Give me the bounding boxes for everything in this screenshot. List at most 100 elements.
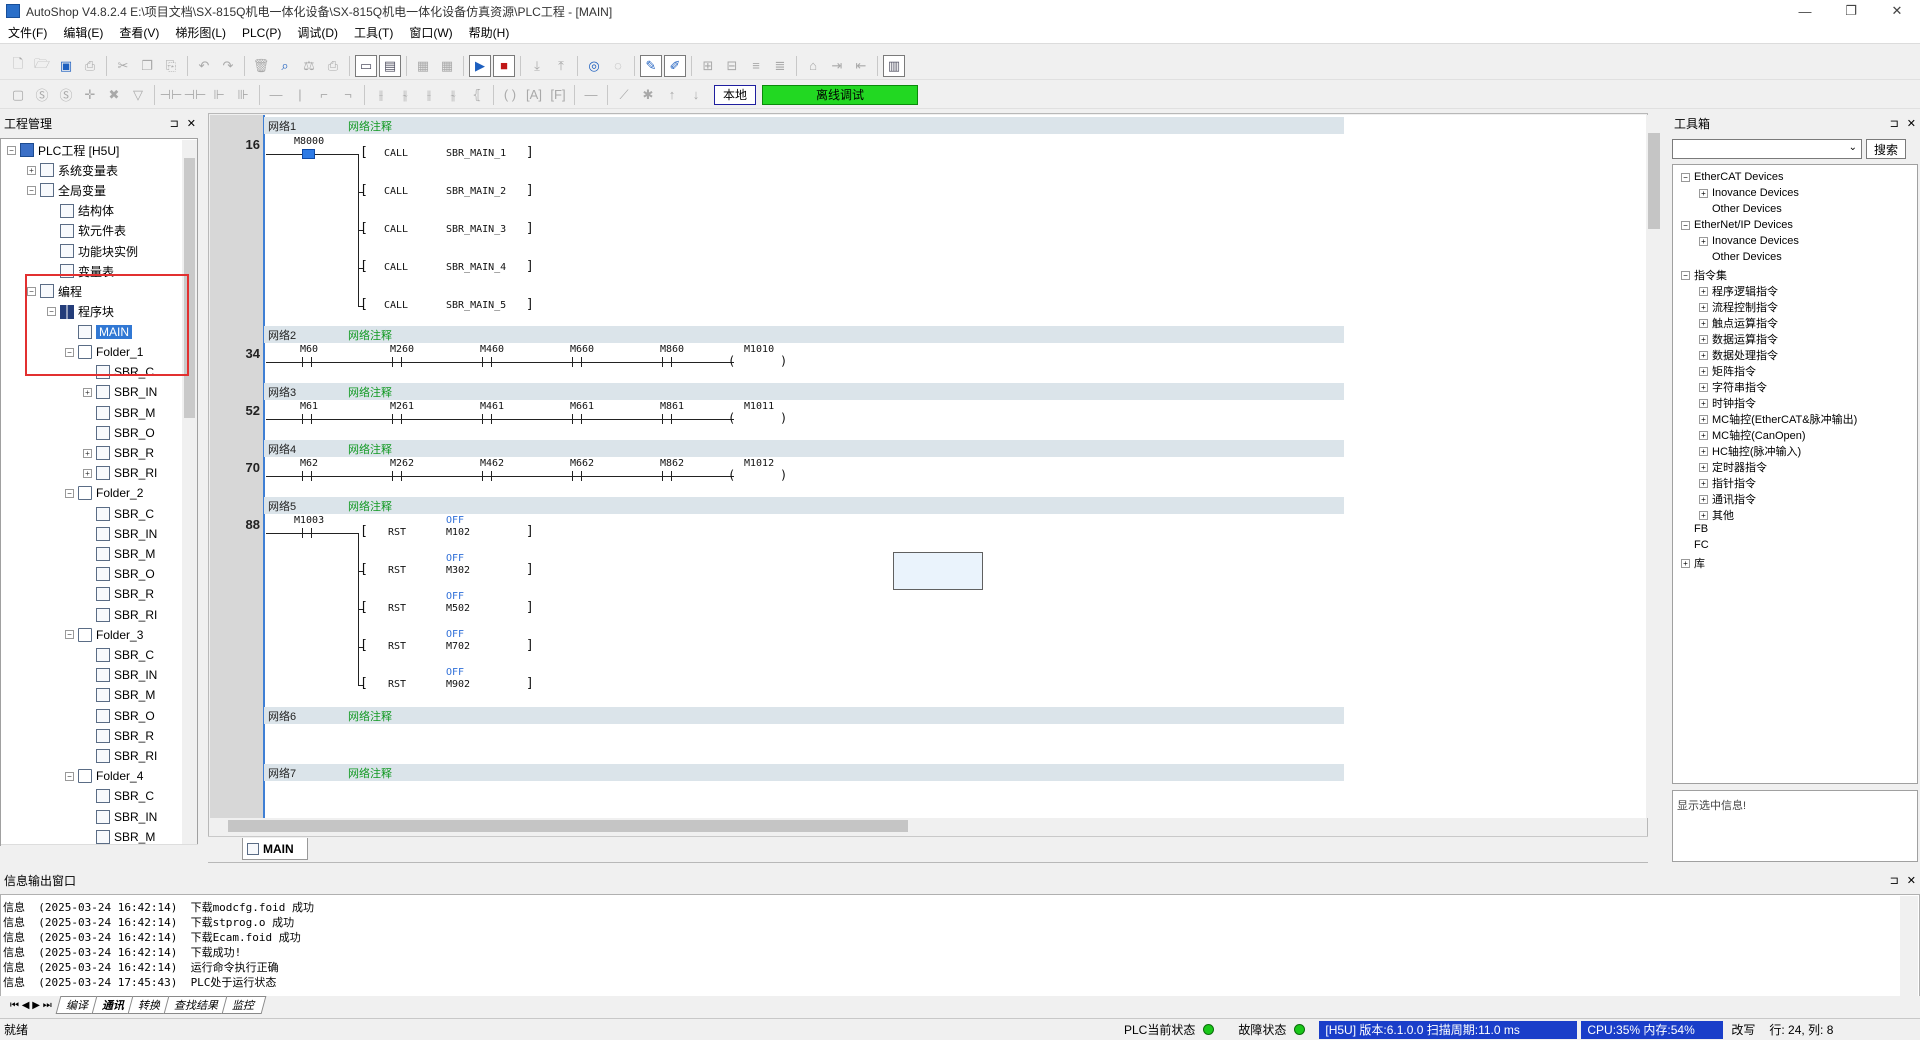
falling-parallel-icon[interactable]: ⫳ [442, 84, 464, 106]
toolbox-node[interactable]: − EtherCAT Devices [1681, 171, 1783, 183]
ld-mode-icon[interactable]: ▢ [7, 84, 29, 106]
write-mode-icon[interactable]: ✎ [640, 54, 662, 77]
expand-icon[interactable]: + [1699, 334, 1708, 344]
redo-icon[interactable]: ↷ [217, 55, 239, 77]
window-icon[interactable]: ▭ [355, 54, 377, 77]
toolbox-node[interactable]: + 字符串指令 [1699, 379, 1767, 395]
device-icon[interactable]: ⌂ [802, 55, 824, 77]
tree-node[interactable]: 结构体 [47, 202, 114, 220]
vline-icon[interactable]: | [289, 84, 311, 106]
toolbox-node[interactable]: + Inovance Devices [1699, 187, 1799, 199]
upload-icon[interactable]: ⤒ [550, 55, 572, 77]
expand-icon[interactable]: + [1681, 558, 1690, 568]
toolbox-node[interactable]: + 库 [1681, 555, 1705, 571]
falling-edge-icon[interactable]: ⫳ [394, 84, 416, 106]
expand-icon[interactable]: + [1699, 510, 1708, 520]
tree-node[interactable]: SBR_O [83, 565, 155, 583]
expand-icon[interactable]: + [1699, 302, 1708, 312]
open-folder-icon[interactable]: 🗁 [31, 55, 53, 77]
insert-row-icon[interactable]: ✛ [79, 84, 101, 106]
menu-tools[interactable]: 工具(T) [346, 22, 401, 44]
menu-view[interactable]: 查看(V) [111, 22, 167, 44]
network-comment[interactable]: 网络注释 [348, 498, 392, 514]
collapse-icon[interactable]: − [1681, 172, 1690, 182]
toolbox-node[interactable]: − EtherNet/IP Devices [1681, 219, 1793, 231]
output-pin-icon[interactable]: ⊐ [1890, 874, 1899, 887]
expand-icon[interactable]: + [27, 165, 36, 175]
new-file-icon[interactable]: 🗋 [7, 55, 29, 77]
sfc-mode-icon[interactable]: Ⓢ [31, 84, 53, 106]
contact-parallel-nc-icon[interactable]: ⊪ [232, 84, 254, 106]
delete-row-icon[interactable]: ✖ [103, 84, 125, 106]
dash-icon[interactable]: — [580, 84, 602, 106]
expand-icon[interactable]: + [1699, 318, 1708, 328]
find-icon[interactable]: ⌕ [274, 55, 296, 77]
rising-parallel-icon[interactable]: ⫲ [418, 84, 440, 106]
toolbox-search-combo[interactable]: ⌄ [1672, 139, 1862, 159]
expand-icon[interactable]: + [1699, 236, 1708, 246]
tree-node[interactable]: SBR_R [83, 585, 154, 603]
network-comment[interactable]: 网络注释 [348, 384, 392, 400]
expand-icon[interactable]: + [1699, 350, 1708, 360]
toolbox-node[interactable]: + 通讯指令 [1699, 491, 1756, 507]
slash-icon[interactable]: ⟋ [613, 84, 635, 106]
restore-button[interactable]: ❐ [1828, 0, 1874, 22]
collapse-icon[interactable]: − [65, 488, 74, 498]
network-comment[interactable]: 网络注释 [348, 118, 392, 134]
tree-node[interactable]: + SBR_R [83, 444, 154, 462]
network-header[interactable]: 网络6 网络注释 [264, 707, 1344, 724]
output-scrollbar[interactable] [1900, 896, 1918, 996]
print-preview-icon[interactable]: ⎙ [322, 55, 344, 77]
tree-node[interactable]: SBR_M [83, 404, 155, 422]
invert-icon[interactable]: ✱ [637, 84, 659, 106]
window-cascade-icon[interactable]: ▤ [379, 54, 401, 77]
save-icon[interactable]: ▣ [55, 55, 77, 77]
collapse-icon[interactable]: − [1681, 270, 1690, 280]
toolbox-node[interactable]: + 数据处理指令 [1699, 347, 1778, 363]
toolbox-node[interactable]: + 指针指令 [1699, 475, 1756, 491]
network-comment[interactable]: 网络注释 [348, 441, 392, 457]
editor-horizontal-thumb[interactable] [228, 820, 908, 832]
run-icon[interactable]: ▶ [469, 54, 491, 77]
tree-node[interactable]: SBR_IN [83, 808, 157, 826]
tree-node[interactable]: SBR_IN [83, 666, 157, 684]
network-header[interactable]: 网络2 网络注释 [264, 326, 1344, 343]
tree-node[interactable]: SBR_R [83, 727, 154, 745]
close-icon[interactable]: ✕ [187, 117, 196, 130]
toolbox-close-icon[interactable]: ✕ [1907, 117, 1916, 130]
tree-node[interactable]: + SBR_RI [83, 464, 157, 482]
force-off-icon[interactable]: ⊟ [721, 55, 743, 77]
network-comment[interactable]: 网络注释 [348, 765, 392, 781]
collapse-icon[interactable]: − [1681, 220, 1690, 230]
toolbox-node[interactable]: + MC轴控(EtherCAT&脉冲输出) [1699, 411, 1857, 427]
collapse-icon[interactable]: − [27, 185, 36, 195]
fb-call-icon[interactable]: [F] [547, 84, 569, 106]
menu-file[interactable]: 文件(F) [0, 22, 55, 44]
coil-end-icon[interactable]: ¬ [337, 84, 359, 106]
collapse-icon[interactable]: − [7, 145, 16, 155]
menu-ladder[interactable]: 梯形图(L) [167, 22, 234, 44]
expand-icon[interactable]: + [1699, 188, 1708, 198]
network-comment[interactable]: 网络注释 [348, 708, 392, 724]
toolbox-node[interactable]: + MC轴控(CanOpen) [1699, 427, 1806, 443]
expand-icon[interactable]: + [83, 448, 92, 458]
down-arrow-icon[interactable]: ↓ [685, 84, 707, 106]
network-comment[interactable]: 网络注释 [348, 327, 392, 343]
tree-node[interactable]: SBR_IN [83, 525, 157, 543]
delete-icon[interactable]: 🗑 [250, 55, 272, 77]
tree-node[interactable]: SBR_M [83, 686, 155, 704]
import-icon[interactable]: ⇥ [826, 55, 848, 77]
tree-node[interactable]: 软元件表 [47, 222, 126, 240]
download-icon[interactable]: ⤓ [526, 55, 548, 77]
tab-main[interactable]: MAIN [242, 838, 308, 860]
expand-icon[interactable]: + [1699, 462, 1708, 472]
contact-no-icon[interactable]: ⊣⊢ [160, 84, 183, 106]
undo-icon[interactable]: ↶ [193, 55, 215, 77]
contact-parallel-icon[interactable]: ⊩ [208, 84, 230, 106]
network-header[interactable]: 网络4 网络注释 [264, 440, 1344, 457]
up-arrow-icon[interactable]: ↑ [661, 84, 683, 106]
paste-icon[interactable]: ⎘ [160, 55, 182, 77]
expand-icon[interactable]: + [1699, 478, 1708, 488]
func-block-icon[interactable]: ⦃ [466, 84, 488, 106]
expand-icon[interactable]: + [1699, 430, 1708, 440]
